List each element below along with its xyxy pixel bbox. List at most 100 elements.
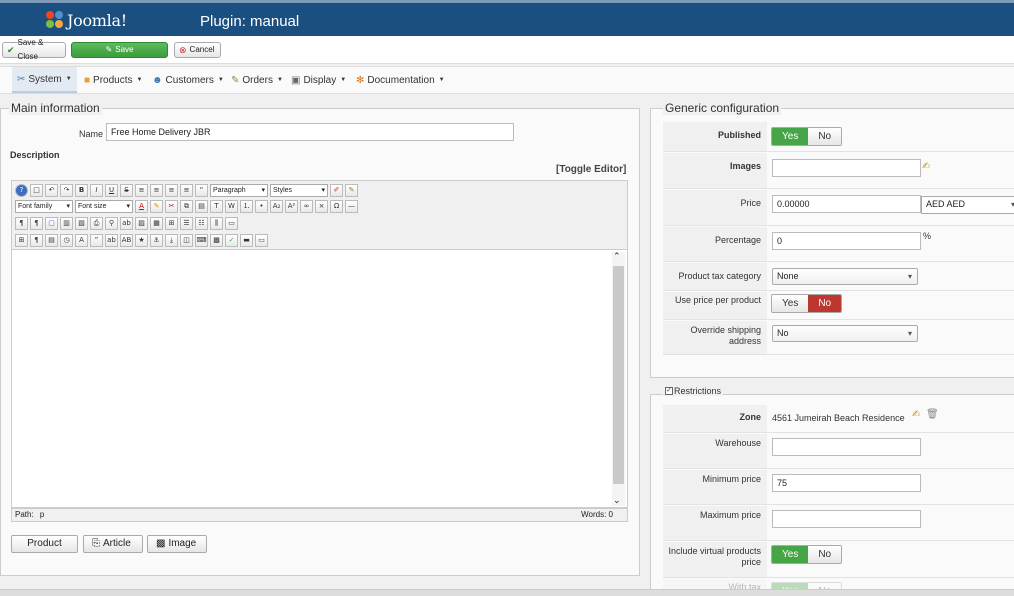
warehouse-input[interactable]	[772, 438, 921, 456]
override-select[interactable]: No	[772, 325, 918, 342]
save-close-button[interactable]: ✔ Save & Close	[2, 38, 66, 61]
menu-documentation[interactable]: ✻ Documentation ▼	[351, 67, 450, 93]
align-right-icon[interactable]: ≡	[165, 184, 178, 197]
bullet-list-icon[interactable]: •	[255, 200, 268, 213]
paste-word-icon[interactable]: W	[225, 200, 238, 213]
template-icon[interactable]: ▧	[75, 217, 88, 230]
highlight-icon[interactable]: ✎	[150, 200, 163, 213]
insert-article-button[interactable]: ⎘ Article	[83, 535, 143, 553]
font-size-select[interactable]: Font size	[75, 200, 133, 213]
max-price-input[interactable]	[772, 510, 921, 528]
unlink-icon[interactable]: ⨯	[315, 200, 328, 213]
name-input[interactable]: Free Home Delivery JBR	[106, 123, 514, 141]
italic-icon[interactable]: I	[90, 184, 103, 197]
price-per-product-toggle[interactable]: Yes No	[771, 294, 843, 313]
insert-image-button[interactable]: ▩ Image	[147, 535, 207, 553]
menu-display[interactable]: ▣ Display ▼	[286, 67, 351, 93]
insert-date-icon[interactable]: ▤	[45, 234, 58, 247]
editor-content-area[interactable]: ⌃ ⌄	[11, 250, 628, 508]
help-icon[interactable]: ?	[15, 184, 28, 197]
widget-icon[interactable]: ▭	[255, 234, 268, 247]
font-family-select[interactable]: Font family	[15, 200, 73, 213]
percentage-input[interactable]: 0	[772, 232, 921, 250]
visual-aid-icon[interactable]: ⊞	[15, 234, 28, 247]
readmore-icon[interactable]: ▬	[240, 234, 253, 247]
merge-icon[interactable]: ▭	[225, 217, 238, 230]
replace-icon[interactable]: ab	[120, 217, 133, 230]
price-per-product-no[interactable]: No	[808, 295, 842, 312]
align-center-icon[interactable]: ≡	[150, 184, 163, 197]
underline-icon[interactable]: U	[105, 184, 118, 197]
scroll-down-icon[interactable]: ⌄	[613, 496, 621, 506]
rtl-icon[interactable]: ¶	[30, 217, 43, 230]
cancel-button[interactable]: ⊗ Cancel	[174, 42, 221, 58]
scroll-up-icon[interactable]: ⌃	[613, 252, 621, 262]
spellcheck-icon[interactable]: ✓	[225, 234, 238, 247]
attribs-icon[interactable]: ★	[135, 234, 148, 247]
justify-icon[interactable]: ≡	[180, 184, 193, 197]
styles-select[interactable]: Styles	[270, 184, 328, 197]
table-icon[interactable]: ⊞	[165, 217, 178, 230]
image-insert-icon[interactable]: ▨	[135, 217, 148, 230]
media-icon[interactable]: ▦	[150, 217, 163, 230]
published-yes[interactable]: Yes	[772, 128, 809, 145]
strikethrough-icon[interactable]: S	[120, 184, 133, 197]
tax-select[interactable]: None	[772, 268, 918, 285]
print-icon[interactable]: ⎙	[90, 217, 103, 230]
horizontal-rule-icon[interactable]: —	[345, 200, 358, 213]
remove-format-icon[interactable]: ✐	[330, 184, 343, 197]
path-value[interactable]: p	[40, 510, 44, 519]
joomla-logo[interactable]: Joomla!	[46, 8, 127, 32]
editor-scrollbar[interactable]: ⌃ ⌄	[612, 252, 625, 506]
images-input[interactable]	[772, 159, 921, 177]
row-icon[interactable]: ☰	[180, 217, 193, 230]
subscript-icon[interactable]: A₂	[270, 200, 283, 213]
edit-zone-icon[interactable]: ✍	[912, 409, 920, 420]
published-no[interactable]: No	[808, 128, 842, 145]
menu-customers[interactable]: ☻ Customers ▼	[147, 67, 229, 93]
paste-icon[interactable]: ▤	[195, 200, 208, 213]
toggle-editor-link[interactable]: [Toggle Editor]	[556, 164, 626, 175]
superscript-icon[interactable]: A²	[285, 200, 298, 213]
cell-icon[interactable]: ☷	[195, 217, 208, 230]
pagebreak-icon[interactable]: ⤓	[165, 234, 178, 247]
undo-icon[interactable]: ↶	[45, 184, 58, 197]
edit-image-icon[interactable]: ✍	[922, 161, 930, 172]
fullscreen-icon[interactable]: ▢	[45, 217, 58, 230]
styleprops-icon[interactable]: A	[75, 234, 88, 247]
cut-icon[interactable]: ✂	[165, 200, 178, 213]
layer-icon[interactable]: ◫	[180, 234, 193, 247]
currency-select[interactable]: AED AED	[921, 196, 1014, 214]
image-manager-icon[interactable]: ▩	[210, 234, 223, 247]
acronym-icon[interactable]: AB	[120, 234, 133, 247]
restrictions-checkbox[interactable]: ✓	[665, 387, 673, 395]
copy-icon[interactable]: ⧉	[180, 200, 193, 213]
paragraph-select[interactable]: Paragraph	[210, 184, 268, 197]
delete-zone-icon[interactable]: 🗑	[926, 409, 939, 420]
preview-icon[interactable]: ▥	[60, 217, 73, 230]
find-icon[interactable]: ⚲	[105, 217, 118, 230]
cleanup-icon[interactable]: ✎	[345, 184, 358, 197]
blockquote-icon[interactable]: “	[195, 184, 208, 197]
paste-text-icon[interactable]: T	[210, 200, 223, 213]
abbr-icon[interactable]: ab	[105, 234, 118, 247]
align-left-icon[interactable]: ≡	[135, 184, 148, 197]
text-color-icon[interactable]: A	[135, 200, 148, 213]
anchor-icon[interactable]: ⚓	[150, 234, 163, 247]
published-toggle[interactable]: Yes No	[771, 127, 843, 146]
bold-icon[interactable]: B	[75, 184, 88, 197]
special-char-icon[interactable]: Ω	[330, 200, 343, 213]
numbered-list-icon[interactable]: ⒈	[240, 200, 253, 213]
menu-products[interactable]: ■ Products ▼	[79, 67, 147, 93]
column-icon[interactable]: ⫼	[210, 217, 223, 230]
cite-icon[interactable]: ”	[90, 234, 103, 247]
menu-orders[interactable]: ✎ Orders ▼	[226, 67, 288, 93]
new-document-icon[interactable]: □	[30, 184, 43, 197]
scroll-thumb[interactable]	[613, 266, 624, 484]
redo-icon[interactable]: ↷	[60, 184, 73, 197]
virtual-no[interactable]: No	[808, 546, 842, 563]
min-price-input[interactable]: 75	[772, 474, 921, 492]
price-per-product-yes[interactable]: Yes	[772, 295, 809, 312]
show-blocks-icon[interactable]: ¶	[30, 234, 43, 247]
save-button[interactable]: ✎ Save	[71, 42, 168, 58]
